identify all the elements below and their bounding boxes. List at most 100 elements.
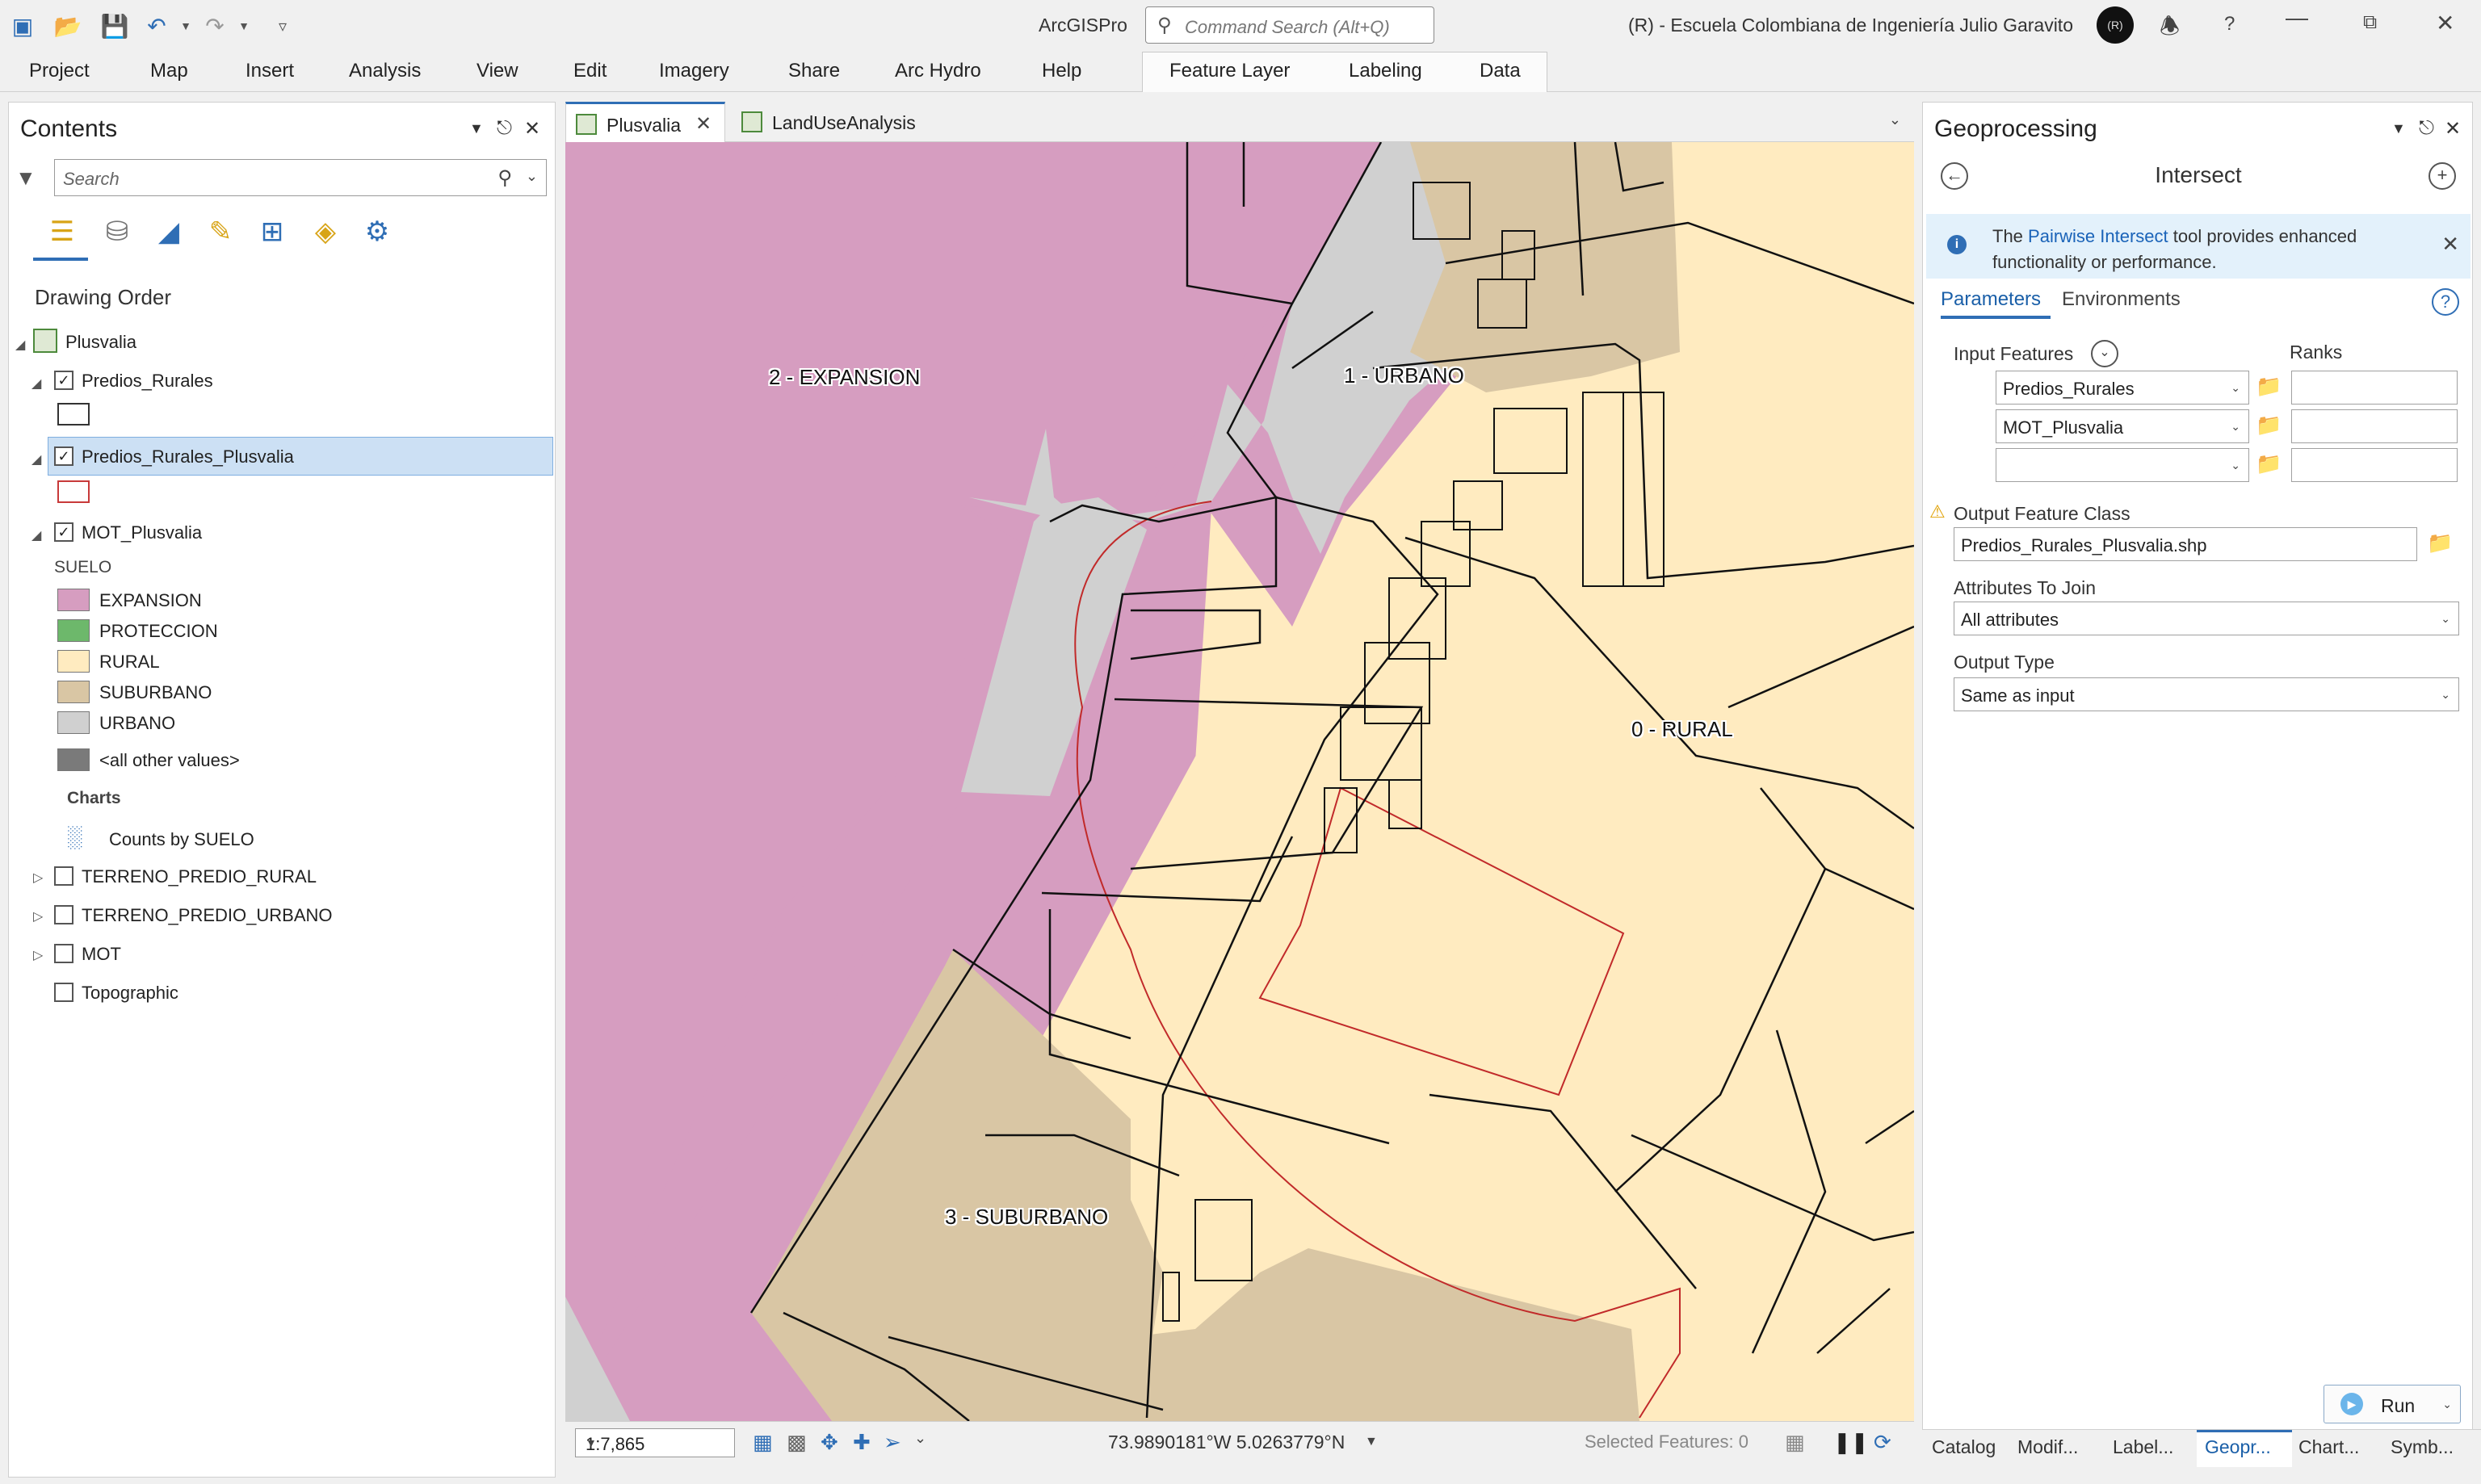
undo-dropdown-icon[interactable]: ▼ (171, 11, 200, 40)
layer-terreno-predio-rural[interactable]: TERRENO_PREDIO_RURAL (82, 866, 317, 887)
collapse-icon[interactable]: ◢ (31, 375, 41, 392)
layer-visibility-checkbox[interactable] (54, 944, 73, 963)
suburbano-zone-north[interactable] (1410, 142, 1680, 392)
ribbon-tab-labeling[interactable]: Labeling (1349, 60, 1422, 82)
chevron-down-icon[interactable]: ⌄ (2091, 340, 2118, 367)
open-project-icon[interactable]: 📂 (53, 11, 82, 40)
pane-tab-geoprocessing[interactable]: Geopr... (2205, 1436, 2271, 1458)
rank-input[interactable] (2291, 409, 2458, 443)
tab-environments[interactable]: Environments (2062, 288, 2181, 311)
layer-visibility-checkbox[interactable] (54, 905, 73, 924)
layer-mot[interactable]: MOT (82, 944, 121, 965)
snapping-icon[interactable]: ✥ (821, 1430, 838, 1455)
command-search-input[interactable]: ⚲ Command Search (Alt+Q) (1145, 6, 1434, 44)
pane-tab-symbology[interactable]: Symb... (2391, 1436, 2454, 1458)
table-icon[interactable]: ▩ (787, 1430, 807, 1455)
pin-icon[interactable]: ⎋ (497, 117, 512, 140)
chart-counts-by-suelo[interactable]: Counts by SUELO (109, 829, 254, 850)
ribbon-tab-arc-hydro[interactable]: Arc Hydro (895, 60, 981, 82)
tabs-overflow-icon[interactable]: ⌄ (1889, 111, 1901, 128)
list-by-labeling-icon[interactable]: ◈ (304, 211, 346, 253)
rank-input[interactable] (2291, 371, 2458, 405)
chevron-down-icon[interactable]: ⌄ (2442, 1398, 2452, 1411)
help-icon[interactable]: ? (2432, 288, 2459, 316)
close-pane-icon[interactable]: ✕ (2445, 117, 2461, 140)
ribbon-tab-help[interactable]: Help (1042, 60, 1081, 82)
clear-selection-icon[interactable]: ▦ (1785, 1430, 1805, 1455)
layer-visibility-checkbox[interactable]: ✓ (54, 446, 73, 466)
run-button[interactable]: ▶ Run ⌄ (2324, 1385, 2461, 1423)
layer-predios-rurales-plusvalia[interactable]: Predios_Rurales_Plusvalia (82, 446, 294, 467)
ribbon-tab-data[interactable]: Data (1480, 60, 1521, 82)
constraints-icon[interactable]: ✚ (853, 1430, 871, 1455)
input-feature-select[interactable]: MOT_Plusvalia ⌄ (1996, 409, 2249, 443)
ribbon-tab-share[interactable]: Share (788, 60, 840, 82)
contents-search-input[interactable]: Search ⚲ ⌄ (54, 159, 547, 196)
tab-landuseanalysis[interactable]: LandUseAnalysis (732, 102, 974, 142)
grid-icon[interactable]: ▦ (753, 1430, 773, 1455)
expand-icon[interactable]: ▷ (33, 947, 43, 963)
map-canvas[interactable] (565, 142, 1914, 1421)
list-by-snapping-icon[interactable]: ⊞ (251, 211, 293, 253)
folder-icon[interactable]: 📁 (2256, 374, 2282, 399)
expand-icon[interactable]: ▷ (33, 870, 43, 886)
collapse-icon[interactable]: ◢ (31, 451, 41, 467)
legend-swatch[interactable] (57, 681, 90, 703)
ribbon-tab-project[interactable]: Project (29, 60, 90, 82)
pane-tab-chart[interactable]: Chart... (2298, 1436, 2359, 1458)
ribbon-tab-map[interactable]: Map (150, 60, 188, 82)
ribbon-tab-feature-layer[interactable]: Feature Layer (1169, 60, 1290, 82)
chevron-down-icon[interactable]: ▼ (1365, 1435, 1378, 1449)
collapse-icon[interactable]: ◢ (15, 337, 25, 353)
close-pane-icon[interactable]: ✕ (524, 117, 540, 140)
basemap-topographic[interactable]: Topographic (82, 983, 178, 1004)
legend-swatch[interactable] (57, 748, 90, 771)
pane-tab-modify[interactable]: Modif... (2017, 1436, 2078, 1458)
close-window-icon[interactable]: ✕ (2436, 10, 2454, 36)
undo-icon[interactable]: ↶ (142, 11, 171, 40)
list-by-editing-icon[interactable]: ✎ (199, 211, 241, 253)
navigation-icon[interactable]: ➢ (884, 1430, 901, 1455)
ribbon-tab-insert[interactable]: Insert (246, 60, 294, 82)
list-by-data-source-icon[interactable]: ⛁ (96, 211, 138, 253)
rank-input[interactable] (2291, 448, 2458, 482)
minimize-icon[interactable]: — (2286, 5, 2308, 31)
close-banner-icon[interactable]: ✕ (2441, 232, 2459, 257)
chevron-down-icon[interactable]: ⌄ (914, 1430, 926, 1447)
tab-plusvalia[interactable]: Plusvalia ✕ (565, 102, 725, 142)
chevron-down-icon[interactable]: ▼ (586, 1436, 728, 1449)
pause-icon[interactable]: ❚❚ (1833, 1430, 1869, 1455)
pane-menu-icon[interactable]: ▼ (469, 120, 484, 137)
output-type-select[interactable]: Same as input ⌄ (1954, 677, 2459, 711)
attributes-to-join-select[interactable]: All attributes ⌄ (1954, 602, 2459, 635)
legend-swatch[interactable] (57, 619, 90, 642)
output-feature-class-input[interactable]: Predios_Rurales_Plusvalia.shp (1954, 527, 2417, 561)
layer-symbol[interactable] (57, 403, 90, 425)
list-by-drawing-order-icon[interactable]: ☰ (41, 211, 83, 253)
close-tab-icon[interactable]: ✕ (695, 112, 712, 136)
refresh-icon[interactable]: ⟳ (1874, 1430, 1891, 1455)
list-by-selection-icon[interactable]: ◢ (148, 211, 190, 253)
selected-features-count[interactable]: Selected Features: 0 (1585, 1432, 1748, 1453)
add-icon[interactable]: + (2429, 162, 2456, 190)
folder-icon[interactable]: 📁 (2256, 413, 2282, 438)
filter-icon[interactable]: ▼ (15, 166, 36, 191)
layer-visibility-checkbox[interactable] (54, 983, 73, 1002)
ribbon-tab-imagery[interactable]: Imagery (659, 60, 729, 82)
pairwise-intersect-link[interactable]: Pairwise Intersect (2028, 226, 2168, 246)
legend-swatch[interactable] (57, 711, 90, 734)
input-feature-select[interactable]: Predios_Rurales ⌄ (1996, 371, 2249, 405)
collapse-icon[interactable]: ◢ (31, 527, 41, 543)
restore-icon[interactable]: ⧉ (2363, 11, 2377, 34)
folder-icon[interactable]: 📁 (2256, 451, 2282, 476)
expand-icon[interactable]: ▷ (33, 908, 43, 924)
pane-tab-catalog[interactable]: Catalog (1932, 1436, 1996, 1458)
map-view[interactable]: 2 - EXPANSION 1 - URBANO 0 - RURAL 3 - S… (565, 142, 1914, 1421)
legend-swatch[interactable] (57, 589, 90, 611)
layer-terreno-predio-urbano[interactable]: TERRENO_PREDIO_URBANO (82, 905, 333, 926)
legend-swatch[interactable] (57, 650, 90, 673)
layer-symbol[interactable] (57, 480, 90, 503)
redo-dropdown-icon[interactable]: ▼ (229, 11, 258, 40)
layer-predios-rurales[interactable]: Predios_Rurales (82, 371, 213, 392)
pane-menu-icon[interactable]: ▼ (2391, 120, 2406, 137)
